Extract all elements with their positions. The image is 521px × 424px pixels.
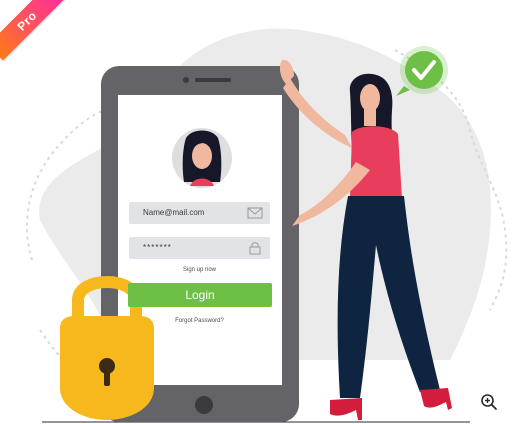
- phone-home-button: [195, 396, 213, 414]
- email-field[interactable]: Name@mail.com: [129, 202, 270, 224]
- padlock-icon: [249, 242, 261, 255]
- mail-icon: [247, 207, 263, 219]
- email-placeholder: Name@mail.com: [143, 208, 205, 217]
- phone-speaker: [195, 78, 231, 82]
- phone-camera: [183, 77, 189, 83]
- avatar-woman: [182, 130, 222, 186]
- login-button[interactable]: Login: [128, 283, 272, 307]
- password-field[interactable]: *******: [129, 237, 270, 259]
- password-value: *******: [143, 243, 172, 252]
- forgot-password-link[interactable]: Forgot Password?: [129, 318, 270, 324]
- illustration-stage: Pro Name@mail.com ******* Sign up now Lo…: [0, 0, 521, 424]
- zoom-in-icon[interactable]: [480, 393, 498, 411]
- check-badge: [396, 46, 448, 96]
- signup-link[interactable]: Sign up now: [129, 267, 270, 273]
